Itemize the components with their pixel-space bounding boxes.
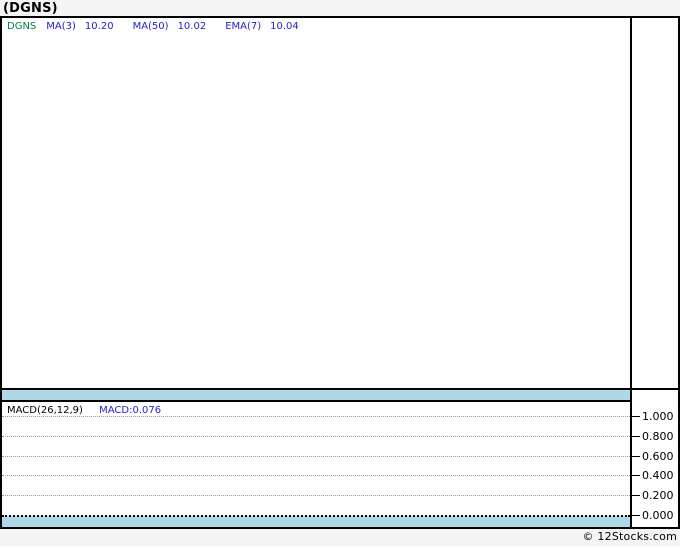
legend-ma3-label: MA(3) bbox=[46, 21, 76, 32]
legend-ema7-label: EMA(7) bbox=[225, 21, 262, 32]
macd-axis-tick bbox=[632, 416, 640, 417]
macd-axis-tick-label: 0.600 bbox=[642, 450, 674, 463]
macd-axis-tick bbox=[632, 515, 640, 516]
macd-axis-tick-label: 0.400 bbox=[642, 469, 674, 482]
price-legend: DGNS MA(3) 10.20 MA(50) 10.02 EMA(7) 10.04 bbox=[7, 21, 318, 32]
macd-axis-tick-label: 0.800 bbox=[642, 430, 674, 443]
macd-axis-tick-label: 0.000 bbox=[642, 509, 674, 522]
macd-gridline bbox=[2, 416, 630, 417]
macd-panel: MACD(26,12,9) MACD:0.076 bbox=[2, 402, 630, 515]
macd-gridline bbox=[2, 456, 630, 457]
page: (DGNS) DGNS MA(3) 10.20 MA(50) 10.02 EMA(7) 10… bbox=[0, 0, 680, 546]
legend-ema7-value: 10.04 bbox=[270, 21, 299, 32]
bottom-band bbox=[2, 516, 630, 527]
macd-axis-tick bbox=[632, 436, 640, 437]
axis-divider-line bbox=[630, 18, 632, 527]
macd-axis-tick bbox=[632, 475, 640, 476]
footer-credit: © 12Stocks.com bbox=[582, 530, 677, 543]
macd-axis-tick-label: 1.000 bbox=[642, 410, 674, 423]
macd-axis-tick bbox=[632, 456, 640, 457]
macd-value-label: MACD:0.076 bbox=[99, 405, 162, 416]
macd-axis-tick-label: 0.200 bbox=[642, 489, 674, 502]
page-title: (DGNS) bbox=[3, 1, 58, 16]
legend-ma50-value: 10.02 bbox=[177, 21, 207, 32]
macd-gridline bbox=[2, 436, 630, 437]
chart-frame: DGNS MA(3) 10.20 MA(50) 10.02 EMA(7) 10.04 MAC… bbox=[0, 16, 680, 529]
separator-band bbox=[2, 390, 630, 402]
macd-gridline bbox=[2, 515, 630, 517]
legend-ma3-value: 10.20 bbox=[84, 21, 114, 32]
legend-ticker: DGNS bbox=[7, 21, 37, 32]
macd-legend: MACD(26,12,9) MACD:0.076 bbox=[7, 405, 161, 416]
macd-gridline bbox=[2, 495, 630, 496]
macd-indicator-label: MACD(26,12,9) bbox=[7, 405, 83, 416]
macd-axis-tick bbox=[632, 495, 640, 496]
legend-ma50-label: MA(50) bbox=[132, 21, 169, 32]
price-panel: DGNS MA(3) 10.20 MA(50) 10.02 EMA(7) 10.04 bbox=[2, 18, 630, 388]
macd-gridline bbox=[2, 475, 630, 476]
